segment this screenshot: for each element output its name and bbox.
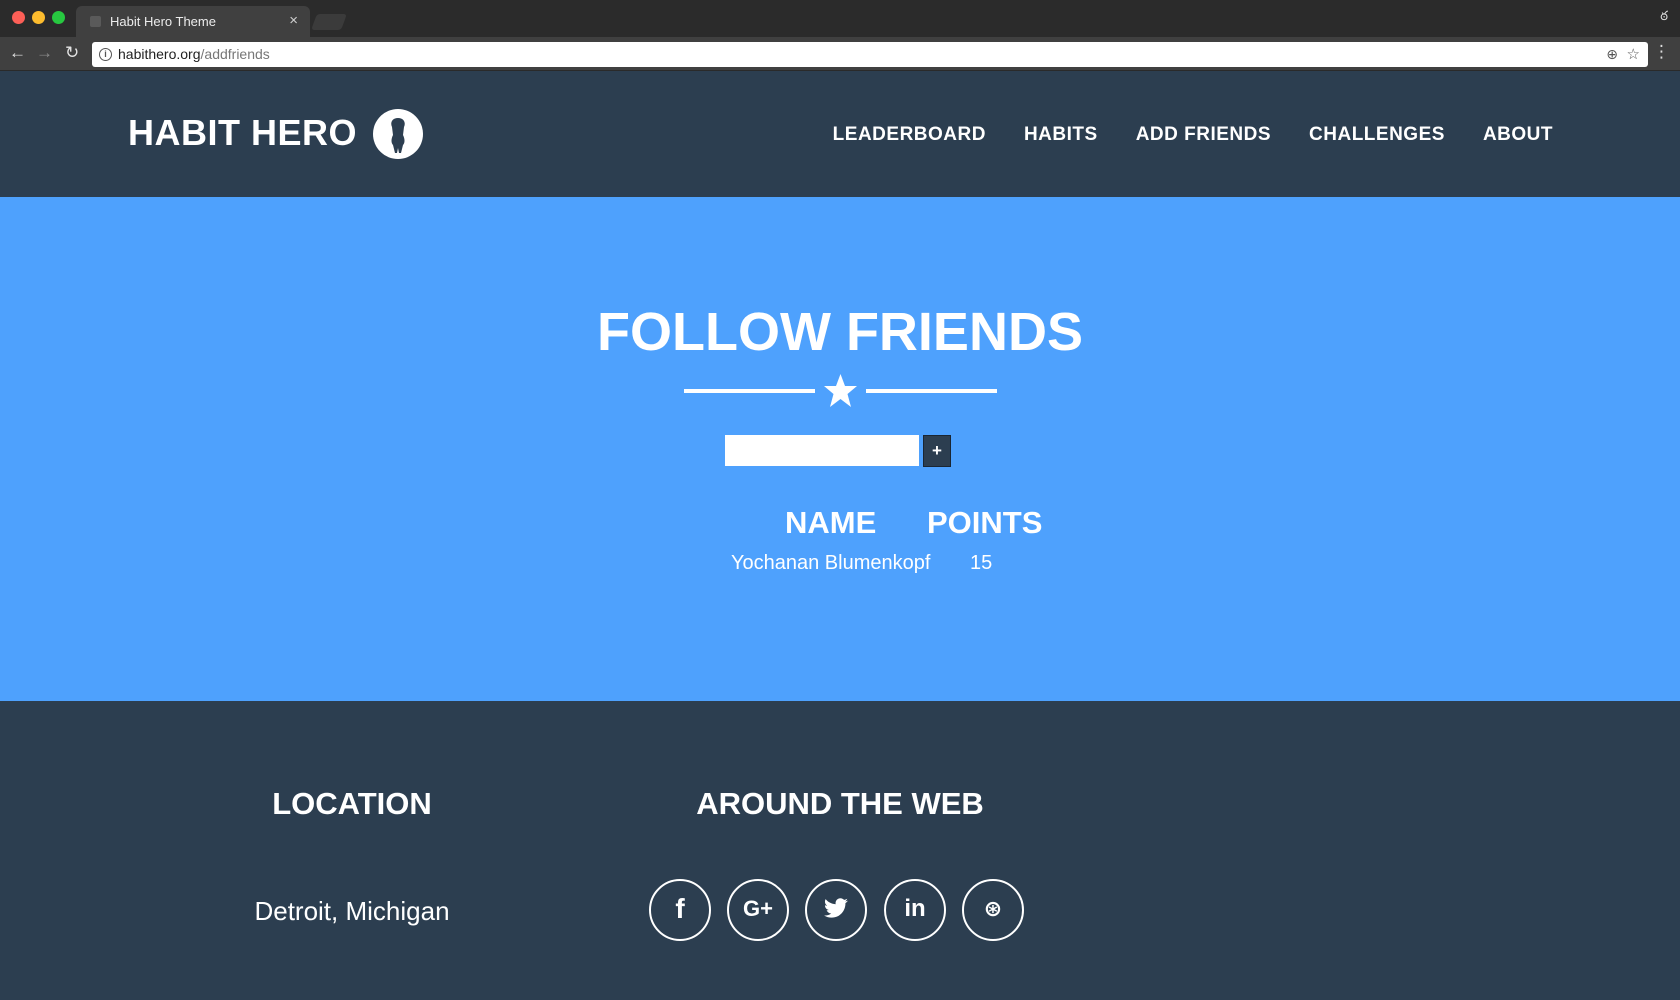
dribbble-icon[interactable]: ⊛ bbox=[962, 879, 1024, 941]
main-nav: LEADERBOARD HABITS ADD FRIENDS CHALLENGE… bbox=[833, 124, 1553, 146]
forward-arrow-icon[interactable]: → bbox=[36, 43, 53, 63]
add-friend-button[interactable]: + bbox=[923, 435, 951, 467]
zoom-icon[interactable]: ⊕ bbox=[1606, 42, 1618, 67]
url-host: habithero.org bbox=[118, 46, 201, 62]
nav-about[interactable]: ABOUT bbox=[1483, 124, 1553, 146]
reload-icon[interactable]: ↻ bbox=[65, 43, 79, 63]
nav-leaderboard[interactable]: LEADERBOARD bbox=[833, 124, 986, 146]
new-tab-button[interactable] bbox=[311, 14, 347, 30]
brand-logo-text[interactable]: HABIT HERO bbox=[128, 112, 357, 154]
nav-add-friends[interactable]: ADD FRIENDS bbox=[1136, 124, 1271, 146]
site-header: HABIT HERO LEADERBOARD HABITS ADD FRIEND… bbox=[0, 72, 1680, 197]
star-icon bbox=[824, 374, 857, 407]
favicon-icon bbox=[90, 16, 101, 27]
facebook-icon[interactable]: f bbox=[649, 879, 711, 941]
tab-title: Habit Hero Theme bbox=[110, 14, 216, 29]
column-header-points: POINTS bbox=[927, 505, 1043, 540]
url-path: /addfriends bbox=[200, 46, 270, 62]
google-plus-icon[interactable]: G+ bbox=[727, 879, 789, 941]
site-footer: LOCATION Detroit, Michigan AROUND THE WE… bbox=[0, 701, 1680, 1000]
browser-tab[interactable]: Habit Hero Theme × bbox=[76, 6, 310, 37]
nav-challenges[interactable]: CHALLENGES bbox=[1309, 124, 1445, 146]
address-bar[interactable]: i habithero.org/addfriends ⊕ ☆ bbox=[92, 42, 1648, 67]
nav-habits[interactable]: HABITS bbox=[1024, 124, 1098, 146]
divider-line-right bbox=[866, 389, 997, 393]
close-window-button[interactable] bbox=[12, 11, 25, 24]
info-icon[interactable]: i bbox=[99, 48, 112, 61]
page-title: FOLLOW FRIENDS bbox=[597, 302, 1083, 362]
friend-name-cell: Yochanan Blumenkopf bbox=[731, 552, 931, 574]
maximize-window-button[interactable] bbox=[52, 11, 65, 24]
column-header-name: NAME bbox=[785, 505, 877, 540]
location-text: Detroit, Michigan bbox=[254, 896, 450, 926]
minimize-window-button[interactable] bbox=[32, 11, 45, 24]
divider-line-left bbox=[684, 389, 815, 393]
friend-search-input[interactable] bbox=[725, 435, 919, 466]
location-heading: LOCATION bbox=[272, 786, 432, 821]
bookmark-star-icon[interactable]: ☆ bbox=[1627, 42, 1640, 67]
browser-menu-icon[interactable]: ⋮ bbox=[1653, 42, 1670, 62]
star-divider bbox=[684, 373, 997, 409]
browser-toolbar: ← → ↻ i habithero.org/addfriends ⊕ ☆ ⋮ bbox=[0, 37, 1680, 71]
back-arrow-icon[interactable]: ← bbox=[9, 43, 26, 63]
follow-friends-section: FOLLOW FRIENDS + NAME POINTS Yochanan Bl… bbox=[0, 197, 1680, 701]
friend-points-cell: 15 bbox=[970, 552, 993, 574]
tab-close-icon[interactable]: × bbox=[289, 12, 298, 29]
browser-tab-bar: Habit Hero Theme × ఠ bbox=[0, 0, 1680, 37]
linkedin-icon[interactable]: in bbox=[884, 879, 946, 941]
brand-logo-icon[interactable] bbox=[373, 109, 423, 159]
around-the-web-heading: AROUND THE WEB bbox=[696, 786, 984, 821]
incognito-icon: ఠ bbox=[1660, 8, 1668, 23]
twitter-icon[interactable] bbox=[805, 879, 867, 941]
